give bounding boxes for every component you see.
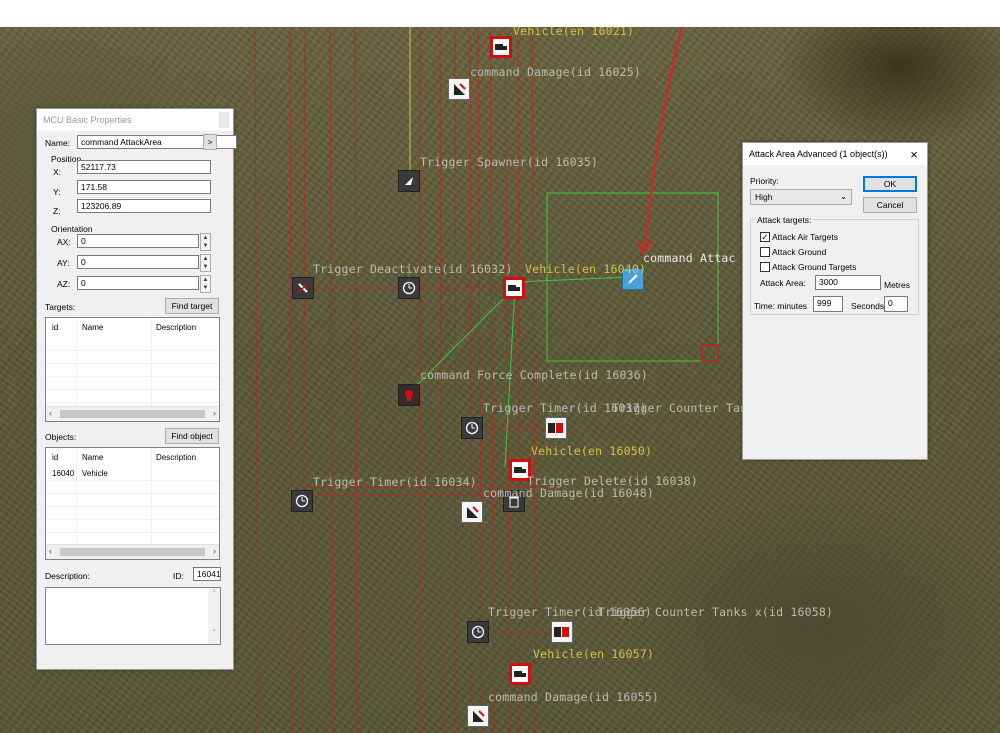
deactivate-icon[interactable] [292,277,314,299]
map-label: Vehicle(en 16050) [531,444,653,458]
priority-select[interactable]: High ⌄ [750,189,852,205]
map-label: Vehicle(en 16040) [525,262,647,276]
description-label: Description: [45,571,90,581]
chevron-down-icon: ⌄ [839,191,847,201]
targets-list[interactable]: id Name Description ‹ › [45,317,220,422]
az-spinner[interactable]: ▲ ▼ [200,275,211,293]
orientation-group-title: Orientation [51,224,93,234]
attack-air-label: Attack Air Targets [772,232,838,242]
window-title: Attack Area Advanced (1 object(s)) [743,143,927,165]
az-label: AZ: [57,279,71,289]
timer-clock-icon[interactable] [398,277,420,299]
z-label: Z: [53,206,61,216]
attack-ground-checkbox[interactable] [760,247,770,257]
map-label: Trigger Spawner(id 16035) [420,155,599,169]
y-label: Y: [53,187,61,197]
name-expand-button[interactable]: > [203,134,217,150]
attack-ground-targets-label: Attack Ground Targets [772,262,857,272]
find-target-button[interactable]: Find target [165,298,219,314]
counter-icon[interactable] [545,417,567,439]
window-title: MCU Basic Properties [37,109,233,131]
z-input[interactable]: 123206.89 [77,199,211,213]
x-input[interactable]: 52117.73 [77,160,211,174]
ay-label: AY: [57,258,70,268]
priority-value: High [755,192,773,202]
attack-area-input[interactable]: 3000 [815,275,881,290]
attack-targets-title: Attack targets: [755,215,814,225]
attack-area-label: Attack Area: [760,278,806,288]
timer-clock-icon[interactable] [291,490,313,512]
ay-input[interactable]: 0 [77,255,199,269]
objects-list[interactable]: id Name Description 16040 Vehicle ‹ › [45,447,220,560]
x-label: X: [53,167,62,177]
minutes-input[interactable]: 999 [813,296,843,312]
counter-icon[interactable] [551,621,573,643]
cancel-button[interactable]: Cancel [863,197,917,213]
priority-label: Priority: [750,176,779,186]
attack-ground-label: Attack Ground [772,247,827,257]
find-object-button[interactable]: Find object [165,428,219,444]
az-input[interactable]: 0 [77,276,199,290]
mcu-basic-properties-window: MCU Basic Properties Name: command Attac… [36,108,237,670]
window-close-button[interactable]: × [905,146,923,162]
map-label: command Damage(id 16048) [483,486,654,500]
ax-label: AX: [57,237,71,247]
timer-clock-icon[interactable] [461,417,483,439]
col-description: Description [156,453,197,462]
map-label: Trigger Counter Tanks x(id 16058) [598,605,834,619]
map-label: Vehicle(en 16021) [513,27,635,38]
col-description: Description [156,323,197,332]
targets-label: Targets: [45,302,76,312]
ax-input[interactable]: 0 [77,234,199,248]
ok-button[interactable]: OK [863,176,917,192]
map-label: Trigger Counter Tanks [612,401,762,415]
damage-icon[interactable] [467,705,489,727]
seconds-label: Seconds [851,301,885,311]
id-label: ID: [173,571,184,581]
map-label: Trigger Timer(id 16034) [313,475,477,489]
col-id: id [52,323,59,332]
attack-ground-targets-checkbox[interactable] [760,262,770,272]
damage-icon[interactable] [461,501,483,523]
attack-area-advanced-window: Attack Area Advanced (1 object(s)) × Pri… [742,142,928,460]
ax-spinner[interactable]: ▲ ▼ [200,233,211,251]
col-name: Name [82,323,104,332]
y-input[interactable]: 171.58 [77,180,211,194]
objects-label: Objects: [45,432,77,442]
map-label: command Damage(id 16025) [470,65,641,79]
damage-icon[interactable] [448,78,470,100]
description-textarea[interactable]: ⌃ ⌄ [45,587,221,645]
force-complete-icon[interactable] [398,384,420,406]
col-name: Name [82,453,104,462]
vehicle-truck-icon[interactable] [490,36,512,58]
spawner-icon[interactable] [398,170,420,192]
col-id: id [52,453,59,462]
timer-clock-icon[interactable] [467,621,489,643]
metres-label: Metres [884,280,910,290]
ay-spinner[interactable]: ▲ ▼ [200,254,211,272]
window-close-button[interactable] [219,112,229,128]
vehicle-truck-icon[interactable] [509,663,531,685]
targets-hscroll[interactable]: ‹ › [46,406,219,421]
map-label: Trigger Deactivate(id 16032) [313,262,513,276]
attack-air-checkbox[interactable]: ✓ [760,232,770,242]
seconds-input[interactable]: 0 [884,296,908,312]
time-minutes-label: Time: minutes [754,301,808,311]
objects-hscroll[interactable]: ‹ › [46,544,219,559]
id-input[interactable]: 16041 [193,567,221,581]
map-label: command Attac [643,251,736,265]
name-label: Name: [45,138,71,148]
map-label: command Force Complete(id 16036) [420,368,648,382]
vehicle-truck-icon[interactable] [503,277,525,299]
map-label: command Damage(id 16055) [488,690,659,704]
map-label: Vehicle(en 16057) [533,647,655,661]
